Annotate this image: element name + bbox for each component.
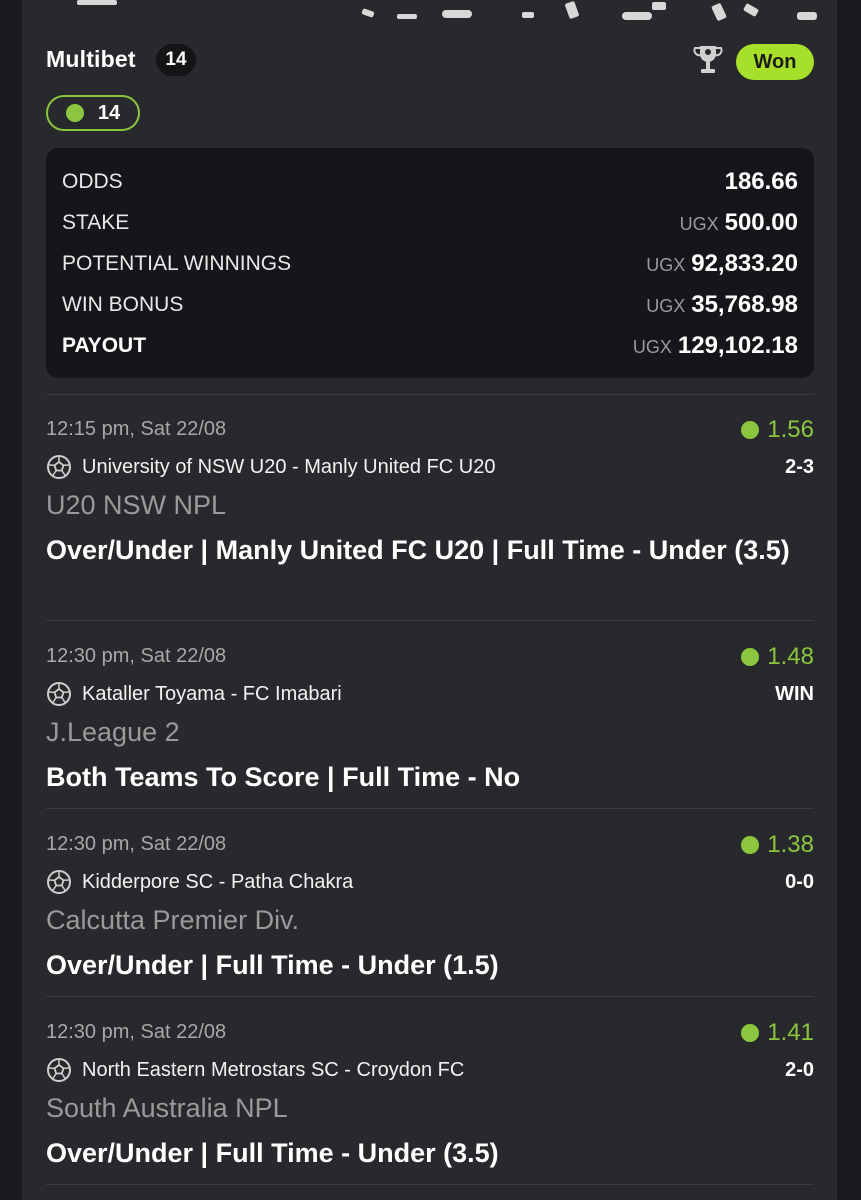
selection-match: Kataller Toyama - FC Imabari: [46, 681, 342, 707]
summary-value: UGX 500.00: [679, 209, 798, 236]
selection-league: Calcutta Premier Div.: [46, 905, 300, 935]
won-indicator-dot: [741, 421, 760, 439]
summary-value: UGX 92,833.20: [646, 250, 798, 277]
selection-result: 0-0: [785, 871, 814, 893]
bet-card: Multibet 14 Won 14 ODDS 186.66 STAKE UGX…: [22, 0, 837, 1200]
trophy-icon: [693, 46, 723, 73]
summary-value: UGX 129,102.18: [632, 332, 798, 359]
selection-result: 2-0: [785, 1059, 814, 1081]
selection-count-badge: 14: [156, 44, 196, 76]
won-legs-pill: 14: [46, 95, 140, 131]
selection-odds: 1.38: [741, 831, 814, 859]
summary-label: POTENTIAL WINNINGS: [62, 252, 292, 275]
selection-league: J.League 2: [46, 717, 180, 747]
selection-league: U20 NSW NPL: [46, 490, 227, 520]
summary-row-odds: ODDS 186.66: [62, 164, 798, 200]
selection-odds: 1.48: [741, 643, 814, 671]
won-indicator-dot: [741, 648, 760, 666]
summary-label: ODDS: [62, 170, 123, 193]
selection-market: Over/Under | Full Time - Under (3.5): [46, 1138, 499, 1168]
summary-value: UGX 35,768.98: [646, 291, 798, 318]
selection-match: University of NSW U20 - Manly United FC …: [46, 454, 495, 480]
summary-row-stake: STAKE UGX 500.00: [62, 205, 798, 241]
confetti-decoration: [77, 0, 817, 21]
selection-market: Both Teams To Score | Full Time - No: [46, 762, 521, 792]
soccer-ball-icon: [47, 455, 71, 479]
soccer-ball-icon: [47, 682, 71, 706]
divider: [46, 394, 814, 395]
divider: [46, 808, 814, 809]
selection-match: Kidderpore SC - Patha Chakra: [46, 869, 353, 895]
selection-match: North Eastern Metrostars SC - Croydon FC: [46, 1057, 464, 1083]
selection-market: Over/Under | Manly United FC U20 | Full …: [46, 535, 790, 565]
bet-summary: ODDS 186.66 STAKE UGX 500.00 POTENTIAL WI…: [46, 148, 814, 378]
status-badge: Won: [736, 44, 814, 80]
summary-label: PAYOUT: [62, 334, 147, 357]
selection-result: WIN: [775, 683, 814, 705]
summary-value: 186.66: [724, 168, 798, 195]
divider: [46, 996, 814, 997]
selection-time: 12:30 pm, Sat 22/08: [46, 833, 227, 855]
summary-label: STAKE: [62, 211, 130, 234]
selection-time: 12:15 pm, Sat 22/08: [46, 418, 227, 440]
bet-type-title: Multibet: [46, 46, 136, 72]
soccer-ball-icon: [47, 870, 71, 894]
won-indicator-dot: [741, 1024, 760, 1042]
bet-header: Multibet 14 Won: [46, 42, 814, 82]
selection-time: 12:30 pm, Sat 22/08: [46, 645, 227, 667]
summary-row-payout: PAYOUT UGX 129,102.18: [62, 328, 798, 364]
selection-result: 2-3: [785, 456, 814, 478]
selection-time: 12:30 pm, Sat 22/08: [46, 1021, 227, 1043]
divider: [46, 620, 814, 621]
won-indicator-dot: [741, 836, 760, 854]
summary-row-potential-winnings: POTENTIAL WINNINGS UGX 92,833.20: [62, 246, 798, 282]
won-indicator-dot: [65, 104, 84, 122]
selection-market: Over/Under | Full Time - Under (1.5): [46, 950, 499, 980]
won-legs-count: 14: [97, 101, 121, 124]
soccer-ball-icon: [47, 1058, 71, 1082]
selection-odds: 1.56: [741, 416, 814, 444]
selection-league: South Australia NPL: [46, 1093, 288, 1123]
divider: [46, 1184, 814, 1185]
selection-odds: 1.41: [741, 1019, 814, 1047]
summary-label: WIN BONUS: [62, 293, 184, 316]
summary-row-win-bonus: WIN BONUS UGX 35,768.98: [62, 287, 798, 323]
